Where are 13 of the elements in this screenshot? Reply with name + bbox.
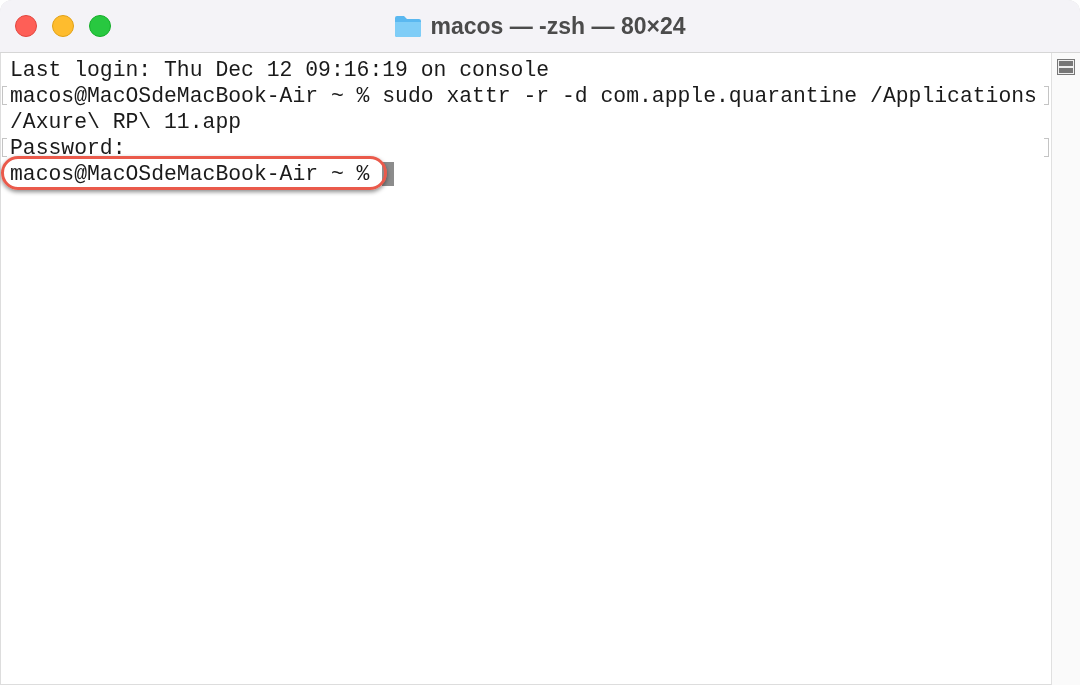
close-button[interactable] (15, 15, 37, 37)
minimize-button[interactable] (52, 15, 74, 37)
mark-bracket (1044, 138, 1049, 157)
terminal-line: /Axure\ RP\ 11.app (10, 109, 242, 135)
split-pane-icon[interactable] (1056, 57, 1076, 77)
terminal-line: macos@MacOSdeMacBook-Air ~ % sudo xattr -r -d com.apple.quarantine /Applications (10, 83, 1037, 109)
terminal-line: macos@MacOSdeMacBook-Air ~ % (10, 161, 370, 187)
zoom-button[interactable] (89, 15, 111, 37)
window-title: macos — -zsh — 80×24 (430, 12, 686, 40)
mark-bracket (1044, 86, 1049, 105)
folder-icon (394, 14, 423, 38)
terminal-line: Password: (10, 135, 126, 161)
terminal-line: Last login: Thu Dec 12 09:16:19 on console (10, 57, 550, 83)
